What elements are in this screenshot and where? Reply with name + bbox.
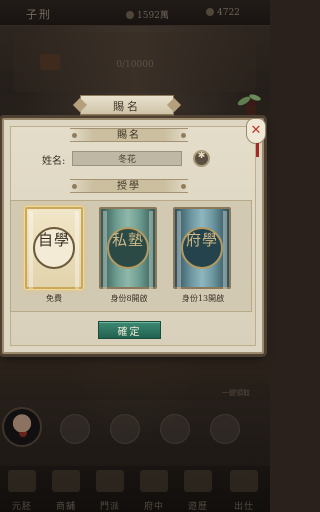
study-section-title: 授學 [117,181,141,192]
dialog-title-plaque: 賜名 [80,95,174,115]
private-school-caption: 身份8開啟 [110,294,148,303]
confirm-button[interactable]: 確定 [98,321,161,339]
name-section-title: 賜名 [117,130,141,141]
study-section-header: 授學 [70,179,188,193]
close-icon: ✕ [250,123,262,138]
prefecture-school-caption: 身份13開啟 [181,294,225,303]
study-option-prefecture-school[interactable]: 府學 [173,207,231,289]
card-trim [75,211,79,289]
name-input[interactable] [72,151,182,166]
self-study-caption: 免費 [46,294,62,303]
card-trim [223,211,227,289]
tassel-decoration [256,143,259,157]
self-study-seal: 自學 [33,227,75,269]
dialog-title: 賜名 [113,100,141,113]
name-section-header: 賜名 [70,128,188,142]
random-name-button[interactable] [193,150,210,167]
study-option-private-school[interactable]: 私塾 [99,207,157,289]
private-school-seal: 私塾 [107,227,149,269]
close-button[interactable]: ✕ [246,118,266,144]
prefecture-school-seal: 府學 [181,227,223,269]
card-trim [149,211,153,289]
study-option-self[interactable]: 自學 [25,207,83,289]
name-label: 姓名: [42,156,66,167]
